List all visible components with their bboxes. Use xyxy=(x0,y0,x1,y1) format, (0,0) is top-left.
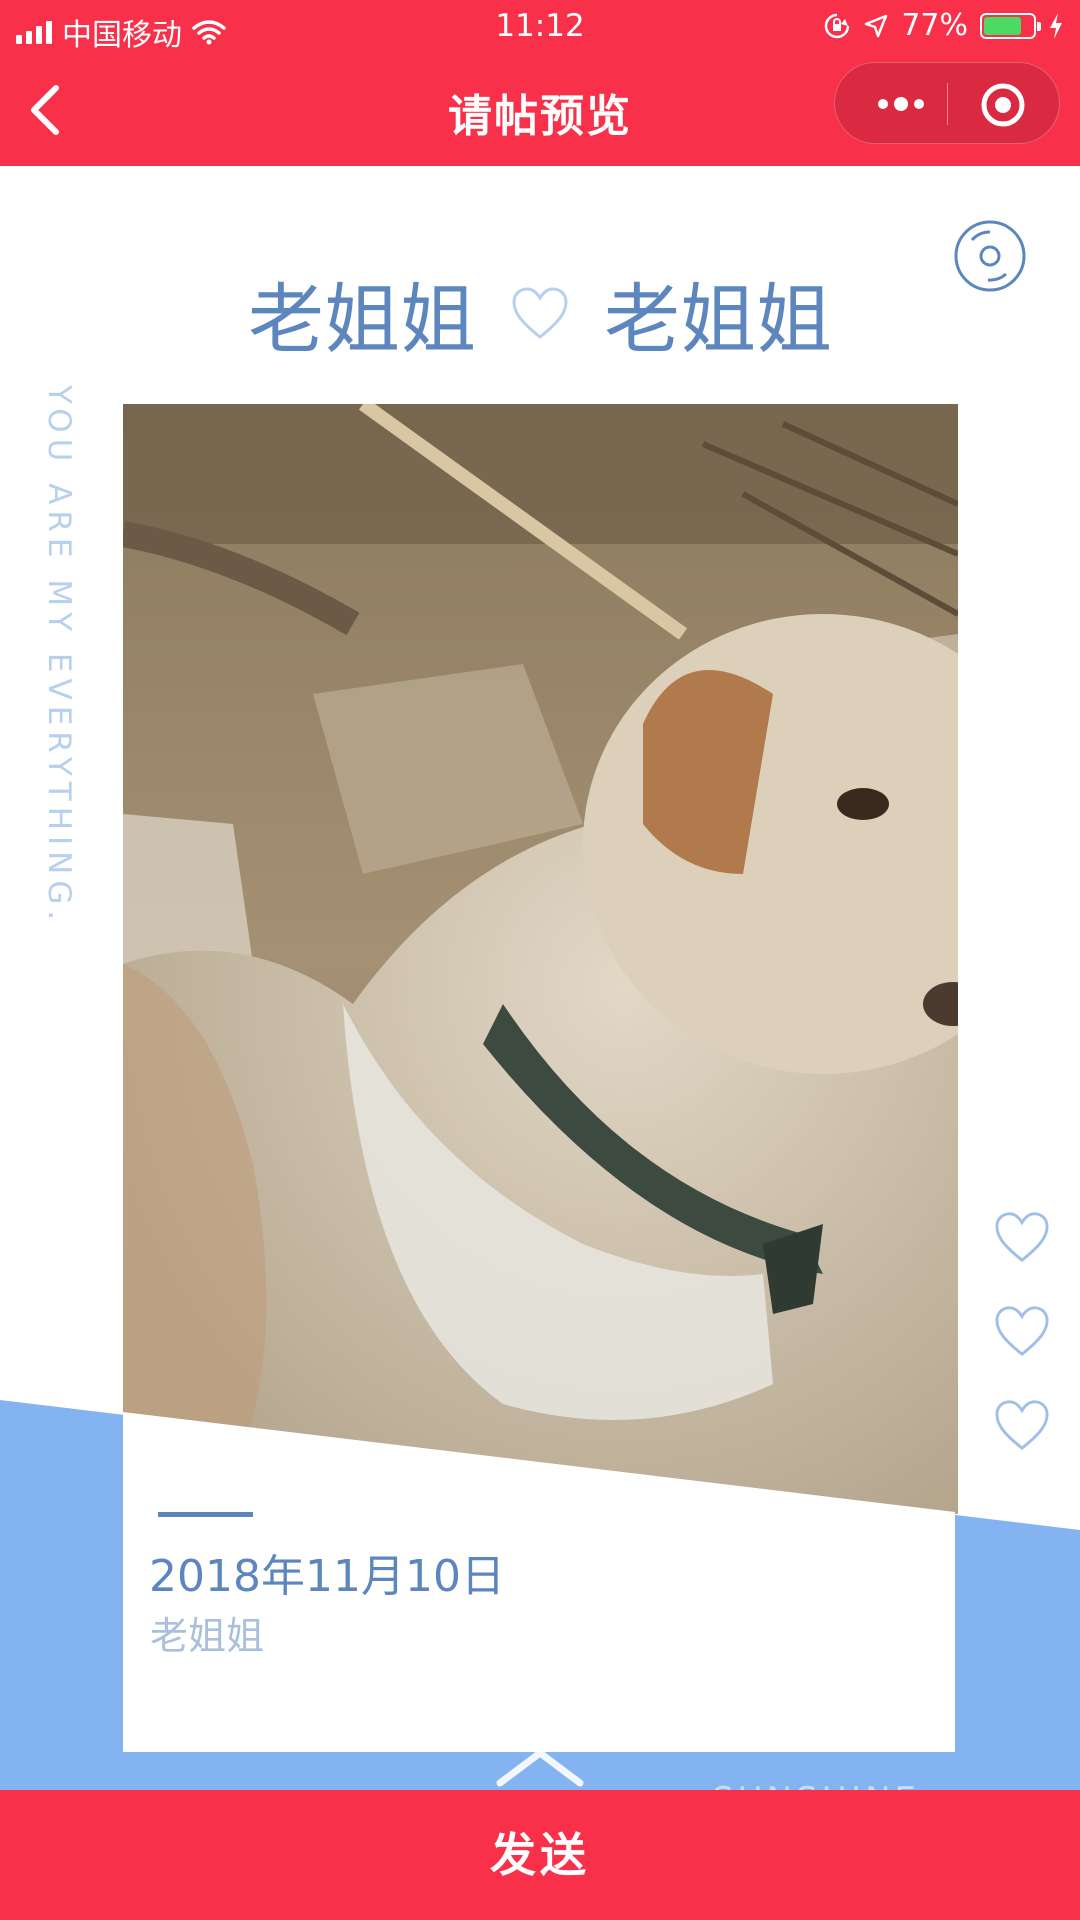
heart-outline-icon xyxy=(995,1306,1049,1356)
battery-icon xyxy=(980,12,1041,39)
name-left: 老姐姐 xyxy=(248,275,476,364)
invite-photo xyxy=(123,404,958,1514)
chevron-up-icon[interactable] xyxy=(494,1745,586,1787)
location-icon xyxy=(865,14,888,37)
charging-icon xyxy=(1050,12,1062,39)
battery-percent: 77% xyxy=(901,8,968,43)
host-name: 老姐姐 xyxy=(150,1614,265,1658)
heart-outline-icon xyxy=(512,287,568,339)
top-bar: 中国移动 11:12 77% 请帖预览 xyxy=(0,0,1080,166)
heart-outline-icon xyxy=(995,1212,1049,1262)
orientation-lock-icon xyxy=(825,13,850,38)
mini-program-capsule xyxy=(834,62,1060,144)
name-right: 老姐姐 xyxy=(604,275,832,364)
event-date: 2018年11月10日 xyxy=(149,1551,505,1602)
heart-outline-icon xyxy=(995,1400,1049,1450)
close-target-icon[interactable] xyxy=(979,81,1027,129)
status-bar: 中国移动 11:12 77% xyxy=(0,0,1080,56)
more-dots-icon[interactable] xyxy=(871,87,931,121)
capsule-divider xyxy=(947,83,948,125)
couple-names: 老姐姐 老姐姐 xyxy=(0,258,1080,368)
send-button[interactable]: 发送 xyxy=(0,1790,1080,1920)
card-accent-line xyxy=(158,1512,253,1517)
side-hearts xyxy=(993,1210,1057,1492)
tagline-vertical: YOU ARE MY EVERYTHING. xyxy=(41,385,77,927)
status-right: 77% xyxy=(823,8,1064,43)
